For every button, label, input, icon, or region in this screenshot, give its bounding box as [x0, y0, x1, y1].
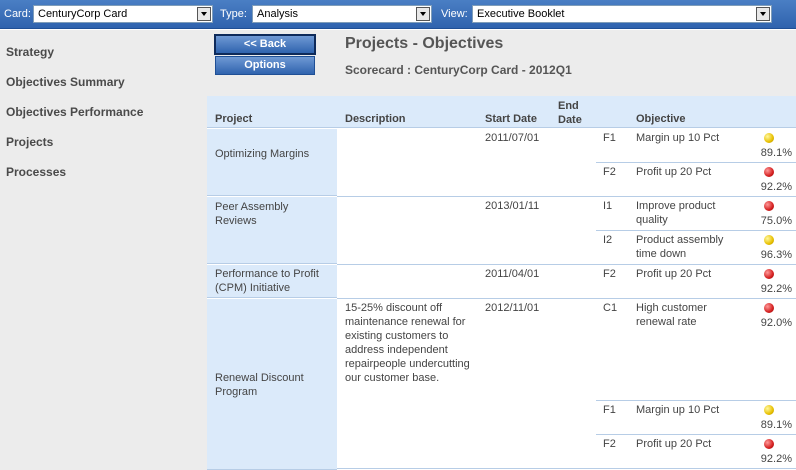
row-divider	[596, 230, 796, 231]
sidebar-item-objectives-summary[interactable]: Objectives Summary	[6, 75, 125, 89]
chevron-down-icon[interactable]	[416, 7, 430, 21]
table-row: Peer Assembly Reviews	[207, 197, 337, 264]
objective-name[interactable]: Margin up 10 Pct	[636, 403, 746, 417]
status-yellow-icon	[764, 405, 774, 415]
objective-code: I1	[603, 200, 613, 212]
objective-code: F1	[603, 132, 616, 144]
objective-value: 89.1%	[760, 147, 792, 159]
sidebar-item-processes[interactable]: Processes	[6, 165, 66, 179]
status-red-icon	[764, 201, 774, 211]
row-divider	[596, 434, 796, 435]
header-project: Project	[215, 113, 253, 125]
project-name[interactable]: Peer Assembly Reviews	[215, 200, 310, 228]
header-start-date: Start Date	[485, 113, 537, 125]
page-title: Projects - Objectives	[345, 35, 504, 52]
objective-code: I2	[603, 234, 613, 246]
scorecard-subtitle: Scorecard : CenturyCorp Card - 2012Q1	[345, 63, 572, 77]
card-label: Card:	[4, 8, 31, 20]
project-name[interactable]: Optimizing Margins	[215, 147, 333, 161]
table-row: Optimizing Margins	[207, 129, 337, 196]
row-divider	[337, 298, 796, 299]
table-row: Performance to Profit (CPM) Initiative	[207, 265, 337, 298]
objective-value: 92.2%	[760, 283, 792, 295]
start-date: 2012/11/01	[485, 302, 540, 314]
chevron-down-icon[interactable]	[756, 7, 770, 21]
objective-value: 75.0%	[760, 215, 792, 227]
sidebar-item-objectives-performance[interactable]: Objectives Performance	[6, 105, 143, 119]
row-divider	[596, 162, 796, 163]
status-yellow-icon	[764, 133, 774, 143]
table-header: Project Description Start Date End Date …	[207, 96, 796, 128]
header-description: Description	[345, 113, 406, 125]
status-yellow-icon	[764, 235, 774, 245]
chevron-down-icon[interactable]	[197, 7, 211, 21]
sidebar: Strategy Objectives Summary Objectives P…	[0, 30, 207, 470]
objective-name[interactable]: Improve product quality	[636, 199, 746, 227]
status-red-icon	[764, 439, 774, 449]
objective-value: 89.1%	[760, 419, 792, 431]
objective-value: 96.3%	[760, 249, 792, 261]
row-divider	[337, 264, 796, 265]
type-select-value: Analysis	[257, 8, 298, 20]
objective-code: F2	[603, 438, 616, 450]
objective-value: 92.0%	[760, 317, 792, 329]
start-date: 2013/01/11	[485, 200, 540, 212]
view-select-value: Executive Booklet	[477, 8, 565, 20]
objective-code: C1	[603, 302, 618, 314]
row-divider	[337, 196, 796, 197]
card-select-value: CenturyCorp Card	[38, 8, 128, 20]
back-button[interactable]: << Back	[214, 34, 316, 55]
objective-code: F2	[603, 268, 616, 280]
objective-value: 92.2%	[760, 181, 792, 193]
objective-value: 92.2%	[760, 453, 792, 465]
row-divider	[596, 400, 796, 401]
top-selector-bar: Card: CenturyCorp Card Type: Analysis Vi…	[0, 0, 796, 29]
row-divider	[337, 468, 796, 469]
objective-name[interactable]: Product assembly time down	[636, 233, 746, 261]
header-end-date: End Date	[558, 100, 582, 126]
status-red-icon	[764, 167, 774, 177]
start-date: 2011/04/01	[485, 268, 540, 280]
start-date: 2011/07/01	[485, 132, 540, 144]
objective-name[interactable]: High customer renewal rate	[636, 301, 746, 329]
card-select[interactable]: CenturyCorp Card	[33, 5, 213, 23]
type-label: Type:	[220, 8, 247, 20]
objective-name[interactable]: Profit up 20 Pct	[636, 267, 746, 281]
table-row: Renewal Discount Program	[207, 299, 337, 470]
status-red-icon	[764, 269, 774, 279]
objective-code: F2	[603, 166, 616, 178]
projects-table: Project Description Start Date End Date …	[207, 96, 796, 470]
project-name[interactable]: Renewal Discount Program	[215, 371, 315, 399]
sidebar-item-strategy[interactable]: Strategy	[6, 45, 54, 59]
project-description: 15-25% discount off maintenance renewal …	[345, 302, 470, 384]
objective-name[interactable]: Profit up 20 Pct	[636, 437, 746, 451]
status-red-icon	[764, 303, 774, 313]
header-objective: Objective	[636, 113, 686, 125]
options-button[interactable]: Options	[215, 56, 315, 75]
view-label: View:	[441, 8, 468, 20]
type-select[interactable]: Analysis	[252, 5, 432, 23]
project-name[interactable]: Performance to Profit (CPM) Initiative	[215, 267, 335, 295]
sidebar-item-projects[interactable]: Projects	[6, 135, 53, 149]
objective-name[interactable]: Profit up 20 Pct	[636, 165, 746, 179]
view-select[interactable]: Executive Booklet	[472, 5, 772, 23]
objective-code: F1	[603, 404, 616, 416]
objective-name[interactable]: Margin up 10 Pct	[636, 131, 746, 145]
